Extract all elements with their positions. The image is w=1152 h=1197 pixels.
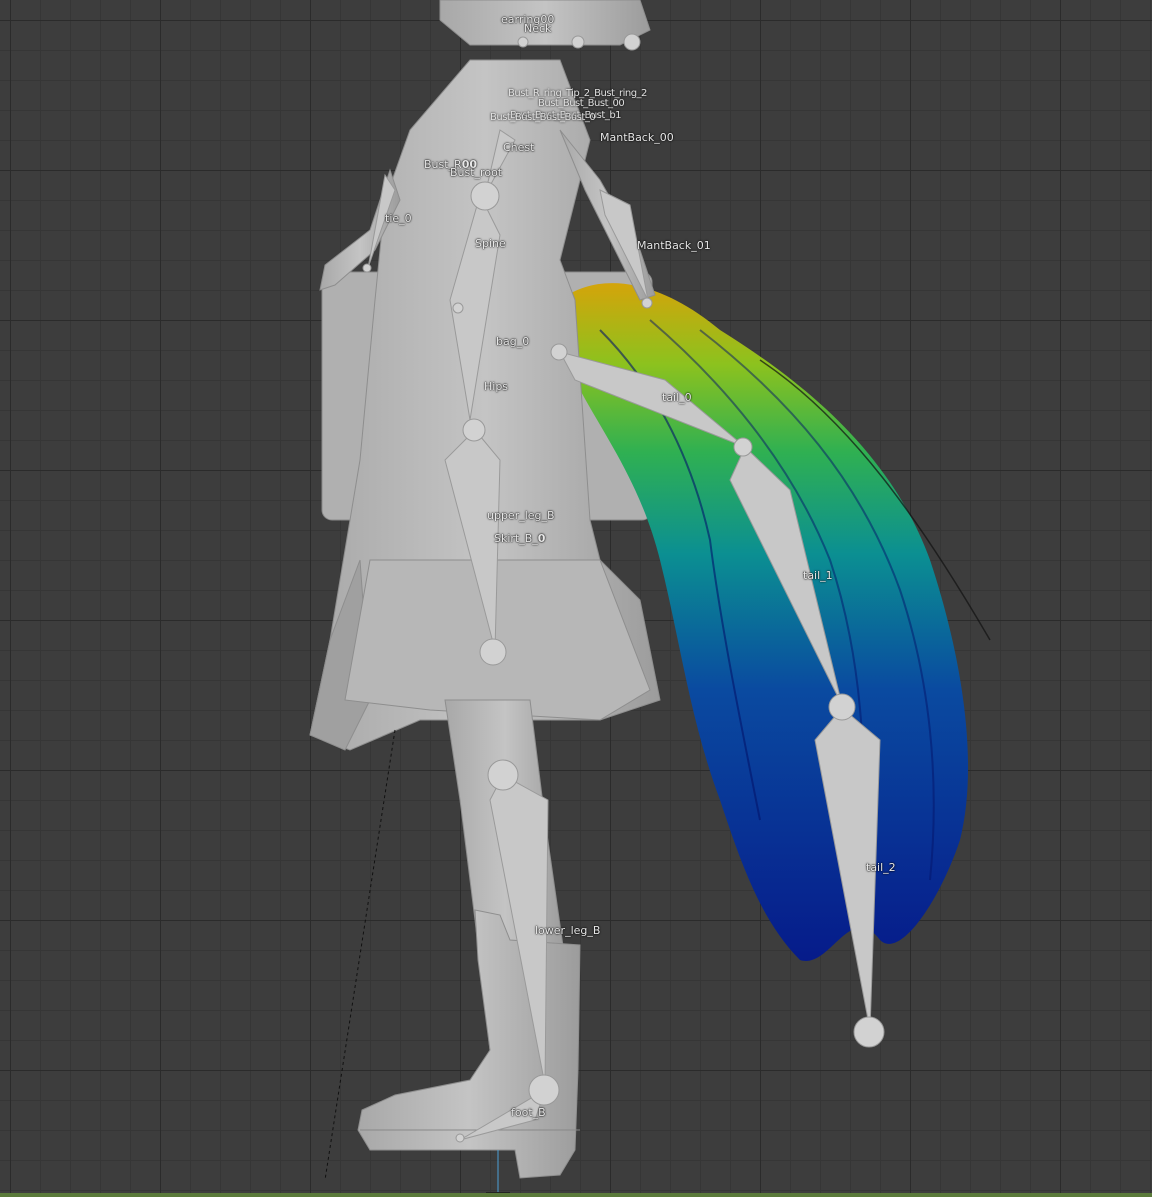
bone-label-bag: bag_0 — [496, 335, 530, 348]
bone-label-upper-leg: upper_leg_B — [487, 509, 555, 522]
bone-label-lower-leg: lower_leg_B — [535, 924, 601, 937]
bone-label-hips: Hips — [484, 380, 509, 393]
floor-line — [0, 1193, 1152, 1197]
bone-label-tie: tie_0 — [385, 212, 412, 225]
overlap-label: Bust_Bust_Bust_00 — [538, 98, 625, 109]
3d-viewport[interactable]: Bust_R_ring_Tip_2_Bust_ring_2 Bust_Bust_… — [0, 0, 1152, 1197]
bone-label-tail-1: tail_1 — [803, 569, 833, 582]
bone-label-bust-root: Bust_root — [450, 166, 503, 179]
bone-label-tail-0: tail_0 — [662, 391, 692, 404]
bone-label-neck: Neck — [524, 22, 552, 35]
bone-label-mantback-01: MantBack_01 — [637, 239, 711, 252]
bone-label-skirt: Skirt_B_0 — [494, 532, 546, 545]
scene-canvas[interactable] — [0, 0, 1152, 1197]
bone-label-foot: foot_B — [511, 1106, 546, 1119]
bone-label-chest: Chest — [503, 141, 535, 154]
bone-label-tail-2: tail_2 — [866, 861, 896, 874]
bone-label-mantback-00: MantBack_00 — [600, 131, 674, 144]
overlap-label: Bust_Bust_Bust_Bust_0 — [490, 112, 596, 123]
bone-label-spine: Spine — [475, 237, 506, 250]
